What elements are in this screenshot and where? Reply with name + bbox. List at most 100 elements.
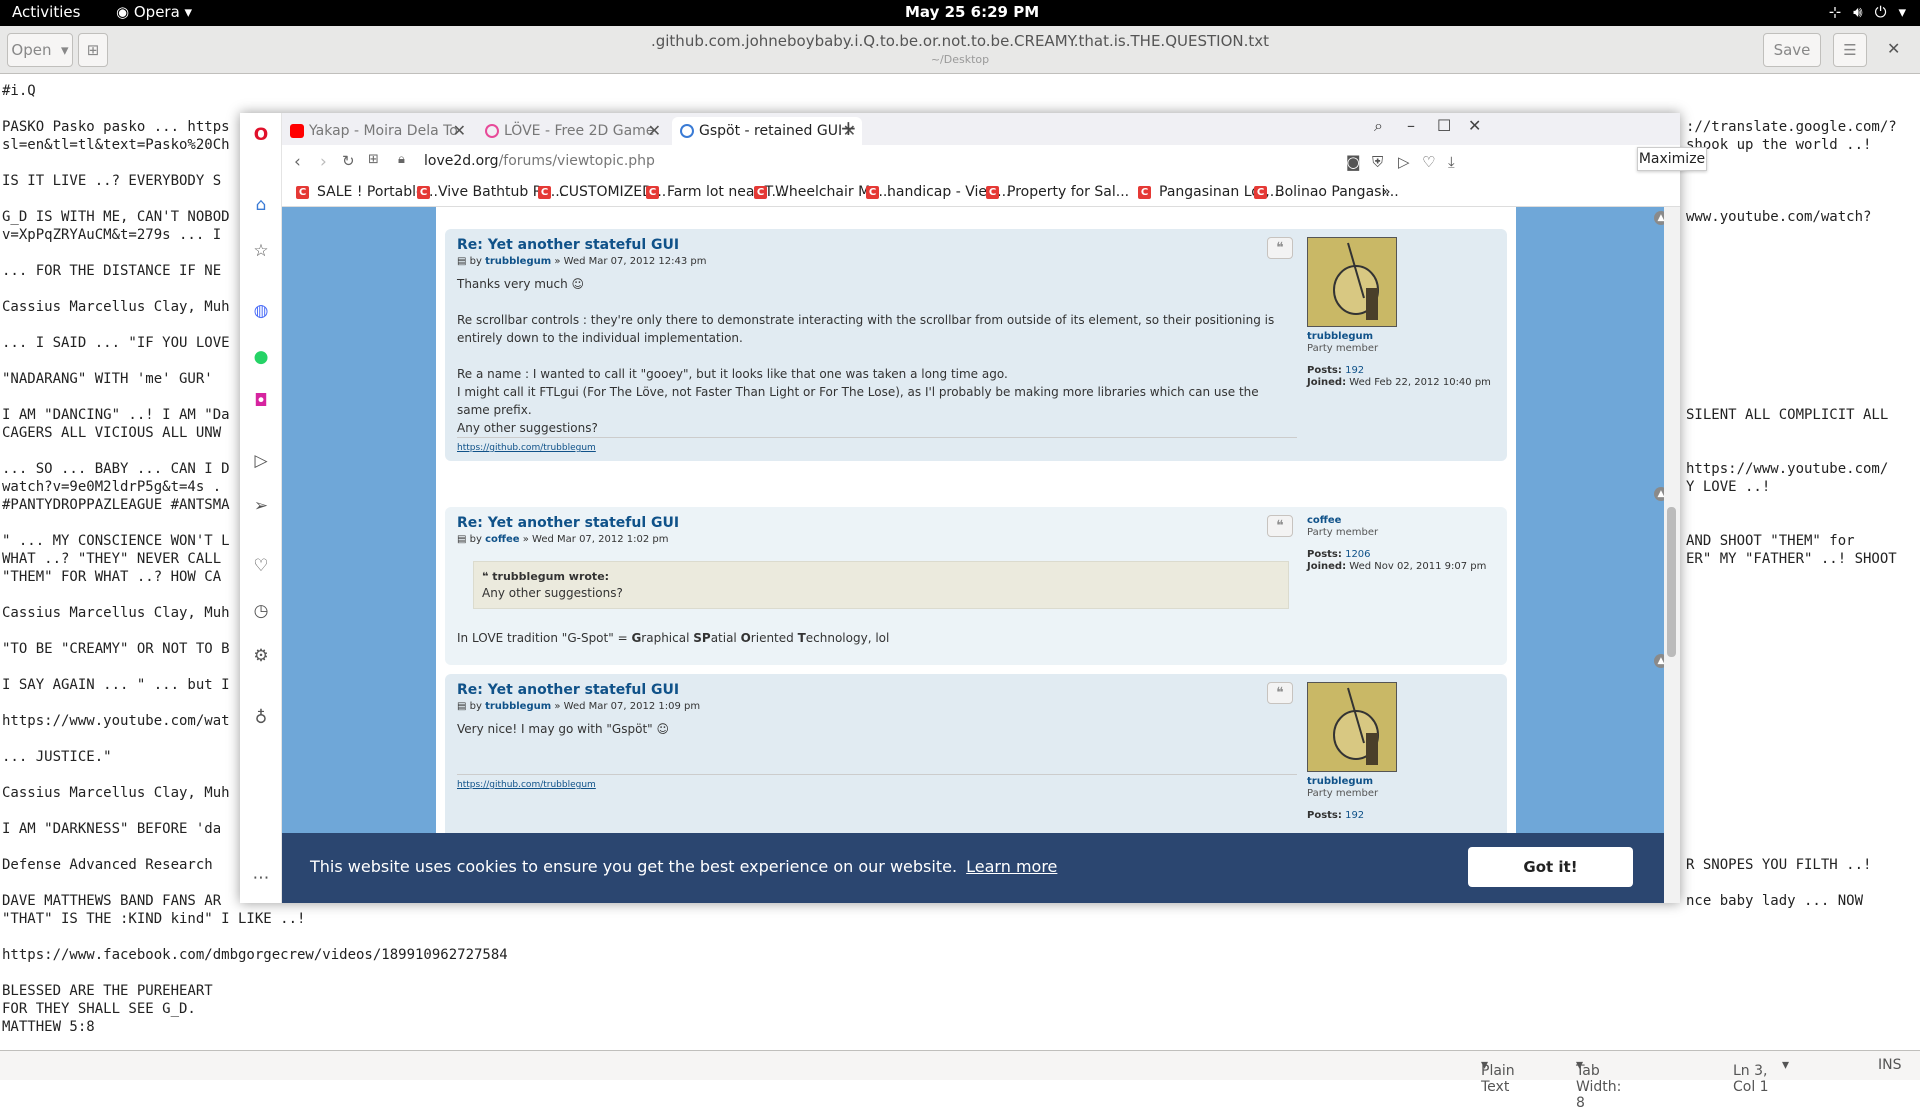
system-tray[interactable]: ⊹ 🔊︎ ⏻ ▾ xyxy=(1829,3,1906,21)
bookmark-favicon-icon: C xyxy=(986,185,999,199)
back-to-top-icon[interactable]: ▲ xyxy=(1654,211,1664,225)
bookmark-favicon-icon: C xyxy=(417,185,430,199)
post-author[interactable]: coffee xyxy=(485,534,519,545)
star-icon[interactable]: ☆ xyxy=(251,241,271,261)
url-path: /forums/viewtopic.php xyxy=(498,153,655,169)
post-title[interactable]: Re: Yet another stateful GUI xyxy=(457,682,679,698)
post-title[interactable]: Re: Yet another stateful GUI xyxy=(457,515,679,531)
save-button[interactable]: Save xyxy=(1763,33,1821,67)
maximize-button[interactable]: ☐ xyxy=(1437,116,1451,135)
editor-line-right: www.youtube.com/watch? xyxy=(1686,209,1872,225)
new-tab-button[interactable]: + xyxy=(840,116,857,140)
bookmark-item[interactable]: C Property for Sal... xyxy=(986,184,1129,200)
close-tab-icon[interactable]: ✕ xyxy=(453,121,466,140)
opera-logo-icon[interactable]: O xyxy=(251,125,271,145)
menu-button[interactable]: ☰ xyxy=(1833,33,1867,67)
language-selector[interactable]: Plain Text ▾ xyxy=(1481,1057,1515,1095)
forward-icon[interactable]: › xyxy=(320,152,327,172)
post-text-line: Thanks very much ☺ xyxy=(457,277,585,291)
post-meta: ▤ by coffee » Wed Mar 07, 2012 1:02 pm xyxy=(457,534,669,545)
settings-icon[interactable]: ⚙ xyxy=(251,646,271,666)
tab-gspot[interactable]: Gspöt - retained GUI l ✕ xyxy=(672,117,862,145)
bookmark-item[interactable]: C Bolinao Pangasi... xyxy=(1254,184,1399,200)
maximize-tooltip: Maximize xyxy=(1637,147,1707,171)
app-menu-opera[interactable]: ◉ Opera ▾ xyxy=(116,3,192,21)
clock[interactable]: May 25 6:29 PM xyxy=(905,3,1039,21)
quote-button[interactable]: ❝ xyxy=(1267,515,1293,537)
close-tab-icon[interactable]: ✕ xyxy=(648,121,661,140)
reload-icon[interactable]: ↻ xyxy=(342,152,355,170)
messenger-icon[interactable]: ◍ xyxy=(251,301,271,321)
document-title: .github.com.johneboybaby.i.Q.to.be.or.no… xyxy=(650,32,1270,50)
back-icon[interactable]: ‹ xyxy=(294,152,301,172)
posts-count[interactable]: 1206 xyxy=(1345,549,1370,560)
whatsapp-icon[interactable]: ● xyxy=(251,347,271,367)
tab-youtube[interactable]: Yakap - Moira Dela To ✕ xyxy=(282,117,472,145)
signature-link[interactable]: https://github.com/trubblegum xyxy=(457,780,596,790)
tab-width-selector[interactable]: Tab Width: 8 ▾ xyxy=(1576,1057,1621,1111)
quote-button[interactable]: ❝ xyxy=(1267,682,1293,704)
send-icon[interactable]: ➢ xyxy=(251,496,271,516)
posts-count[interactable]: 192 xyxy=(1345,365,1364,376)
tab-label: Gspöt - retained GUI l xyxy=(699,123,851,139)
profile-username[interactable]: coffee xyxy=(1307,515,1497,527)
signature-link[interactable]: https://github.com/trubblegum xyxy=(457,443,596,453)
post-author[interactable]: trubblegum xyxy=(485,701,551,712)
profile-username[interactable]: trubblegum xyxy=(1307,776,1497,788)
download-icon[interactable]: ⤓ xyxy=(1448,153,1455,171)
avatar[interactable] xyxy=(1307,237,1397,327)
bookmark-favicon-icon: C xyxy=(1138,185,1151,199)
url-host: love2d.org xyxy=(424,153,499,169)
quote-block: ❝ trubblegum wrote: Any other suggestion… xyxy=(473,561,1289,609)
back-to-top-icon[interactable]: ▲ xyxy=(1654,654,1664,668)
profile-spacer xyxy=(1307,355,1497,365)
editor-line: https://www.facebook.com/dmbgorgecrew/vi… xyxy=(2,947,508,963)
cursor-position[interactable]: Ln 3, Col 1 ▾ xyxy=(1733,1057,1789,1095)
cookie-accept-button[interactable]: Got it! xyxy=(1468,847,1633,887)
search-tabs-icon[interactable]: ⌕ xyxy=(1374,116,1383,136)
page-scrollbar[interactable] xyxy=(1664,207,1680,903)
heart-icon[interactable]: ♡ xyxy=(1422,153,1435,171)
more-icon[interactable]: ⋯ xyxy=(251,868,271,888)
minimize-button[interactable]: – xyxy=(1407,116,1415,135)
profile-posts: Posts: 192 xyxy=(1307,810,1497,822)
learn-more-link[interactable]: Learn more xyxy=(966,857,1057,876)
quote-button[interactable]: ❝ xyxy=(1267,237,1293,259)
snapshot-icon[interactable]: ◙ xyxy=(1346,153,1361,171)
joined-label: Joined: xyxy=(1307,561,1347,572)
editor-line: DAVE MATTHEWS BAND FANS AR xyxy=(2,893,222,909)
scrollbar-thumb[interactable] xyxy=(1667,507,1676,657)
instagram-icon[interactable]: ◘ xyxy=(251,391,271,411)
editor-line: #PANTYDROPPAZLEAGUE #ANTSMA xyxy=(2,497,230,513)
profile-username[interactable]: trubblegum xyxy=(1307,331,1497,343)
forum-post: Re: Yet another stateful GUI ▤ by coffee… xyxy=(445,507,1507,665)
tab-love2d[interactable]: LÖVE - Free 2D Game ✕ xyxy=(477,117,667,145)
close-window-button[interactable]: ✕ xyxy=(1887,39,1900,58)
bookmarks-overflow-icon[interactable]: » xyxy=(1382,184,1391,200)
editor-line: ... JUSTICE." xyxy=(2,749,112,765)
joined-date: Wed Nov 02, 2011 9:07 pm xyxy=(1349,561,1487,572)
quote-text: Any other suggestions? xyxy=(482,586,623,600)
posts-count[interactable]: 192 xyxy=(1345,810,1364,821)
home-icon[interactable]: ⌂ xyxy=(251,195,271,215)
flow-icon[interactable]: ▷ xyxy=(1398,153,1410,171)
avatar[interactable] xyxy=(1307,682,1397,772)
history-icon[interactable]: ◷ xyxy=(251,601,271,621)
tab-label: LÖVE - Free 2D Game xyxy=(504,123,655,139)
signature-divider xyxy=(457,774,1297,775)
post-text-bold: O xyxy=(740,631,751,645)
shield-icon[interactable]: ⛨ xyxy=(1372,153,1383,171)
post-author[interactable]: trubblegum xyxy=(485,256,551,267)
close-browser-button[interactable]: ✕ xyxy=(1468,116,1481,135)
speed-dial-icon[interactable]: ⊞ xyxy=(368,152,379,167)
url-field[interactable]: love2d.org/forums/viewtopic.php xyxy=(424,153,655,169)
heart-icon[interactable]: ♡ xyxy=(251,556,271,576)
back-to-top-icon[interactable]: ▲ xyxy=(1654,487,1664,501)
post-title[interactable]: Re: Yet another stateful GUI xyxy=(457,237,679,253)
quote-icon: ❝ xyxy=(1276,240,1284,256)
post-date: » Wed Mar 07, 2012 12:43 pm xyxy=(554,256,707,267)
quote-icon: ❝ xyxy=(1276,518,1284,534)
activities-button[interactable]: Activities xyxy=(12,3,80,21)
lightbulb-icon[interactable]: ♁ xyxy=(251,708,271,728)
player-icon[interactable]: ▷ xyxy=(251,451,271,471)
